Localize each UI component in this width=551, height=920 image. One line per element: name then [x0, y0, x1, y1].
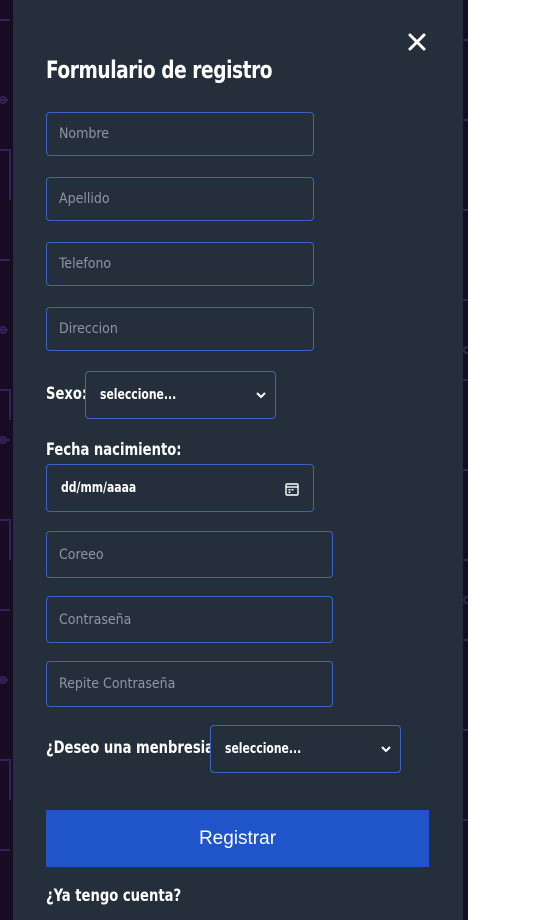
- fecha-nacimiento-input[interactable]: dd/mm/aaaa: [46, 464, 314, 512]
- sexo-label: Sexo:: [46, 384, 88, 404]
- fecha-value: dd/mm/aaaa: [61, 480, 137, 496]
- chevron-down-icon: [256, 392, 266, 399]
- contrasena-input[interactable]: [46, 596, 333, 643]
- apellido-input[interactable]: [46, 177, 314, 221]
- sexo-select[interactable]: seleccione...: [85, 371, 276, 419]
- calendar-icon[interactable]: [285, 482, 299, 496]
- nombre-input[interactable]: [46, 112, 314, 156]
- sexo-select-value: seleccione...: [100, 387, 177, 403]
- membresia-label: ¿Deseo una menbresia?:: [46, 738, 227, 758]
- login-link[interactable]: ¿Ya tengo cuenta?: [46, 886, 181, 906]
- membresia-select[interactable]: seleccione...: [210, 725, 401, 773]
- correo-input[interactable]: [46, 531, 333, 578]
- form-title: Formulario de registro: [46, 56, 273, 84]
- fecha-label: Fecha nacimiento:: [46, 440, 182, 460]
- direccion-input[interactable]: [46, 307, 314, 351]
- close-icon[interactable]: [405, 30, 429, 54]
- telefono-input[interactable]: [46, 242, 314, 286]
- repite-contrasena-input[interactable]: [46, 661, 333, 707]
- chevron-down-icon: [381, 746, 391, 753]
- membresia-select-value: seleccione...: [225, 741, 302, 757]
- registrar-button[interactable]: Registrar: [46, 810, 429, 867]
